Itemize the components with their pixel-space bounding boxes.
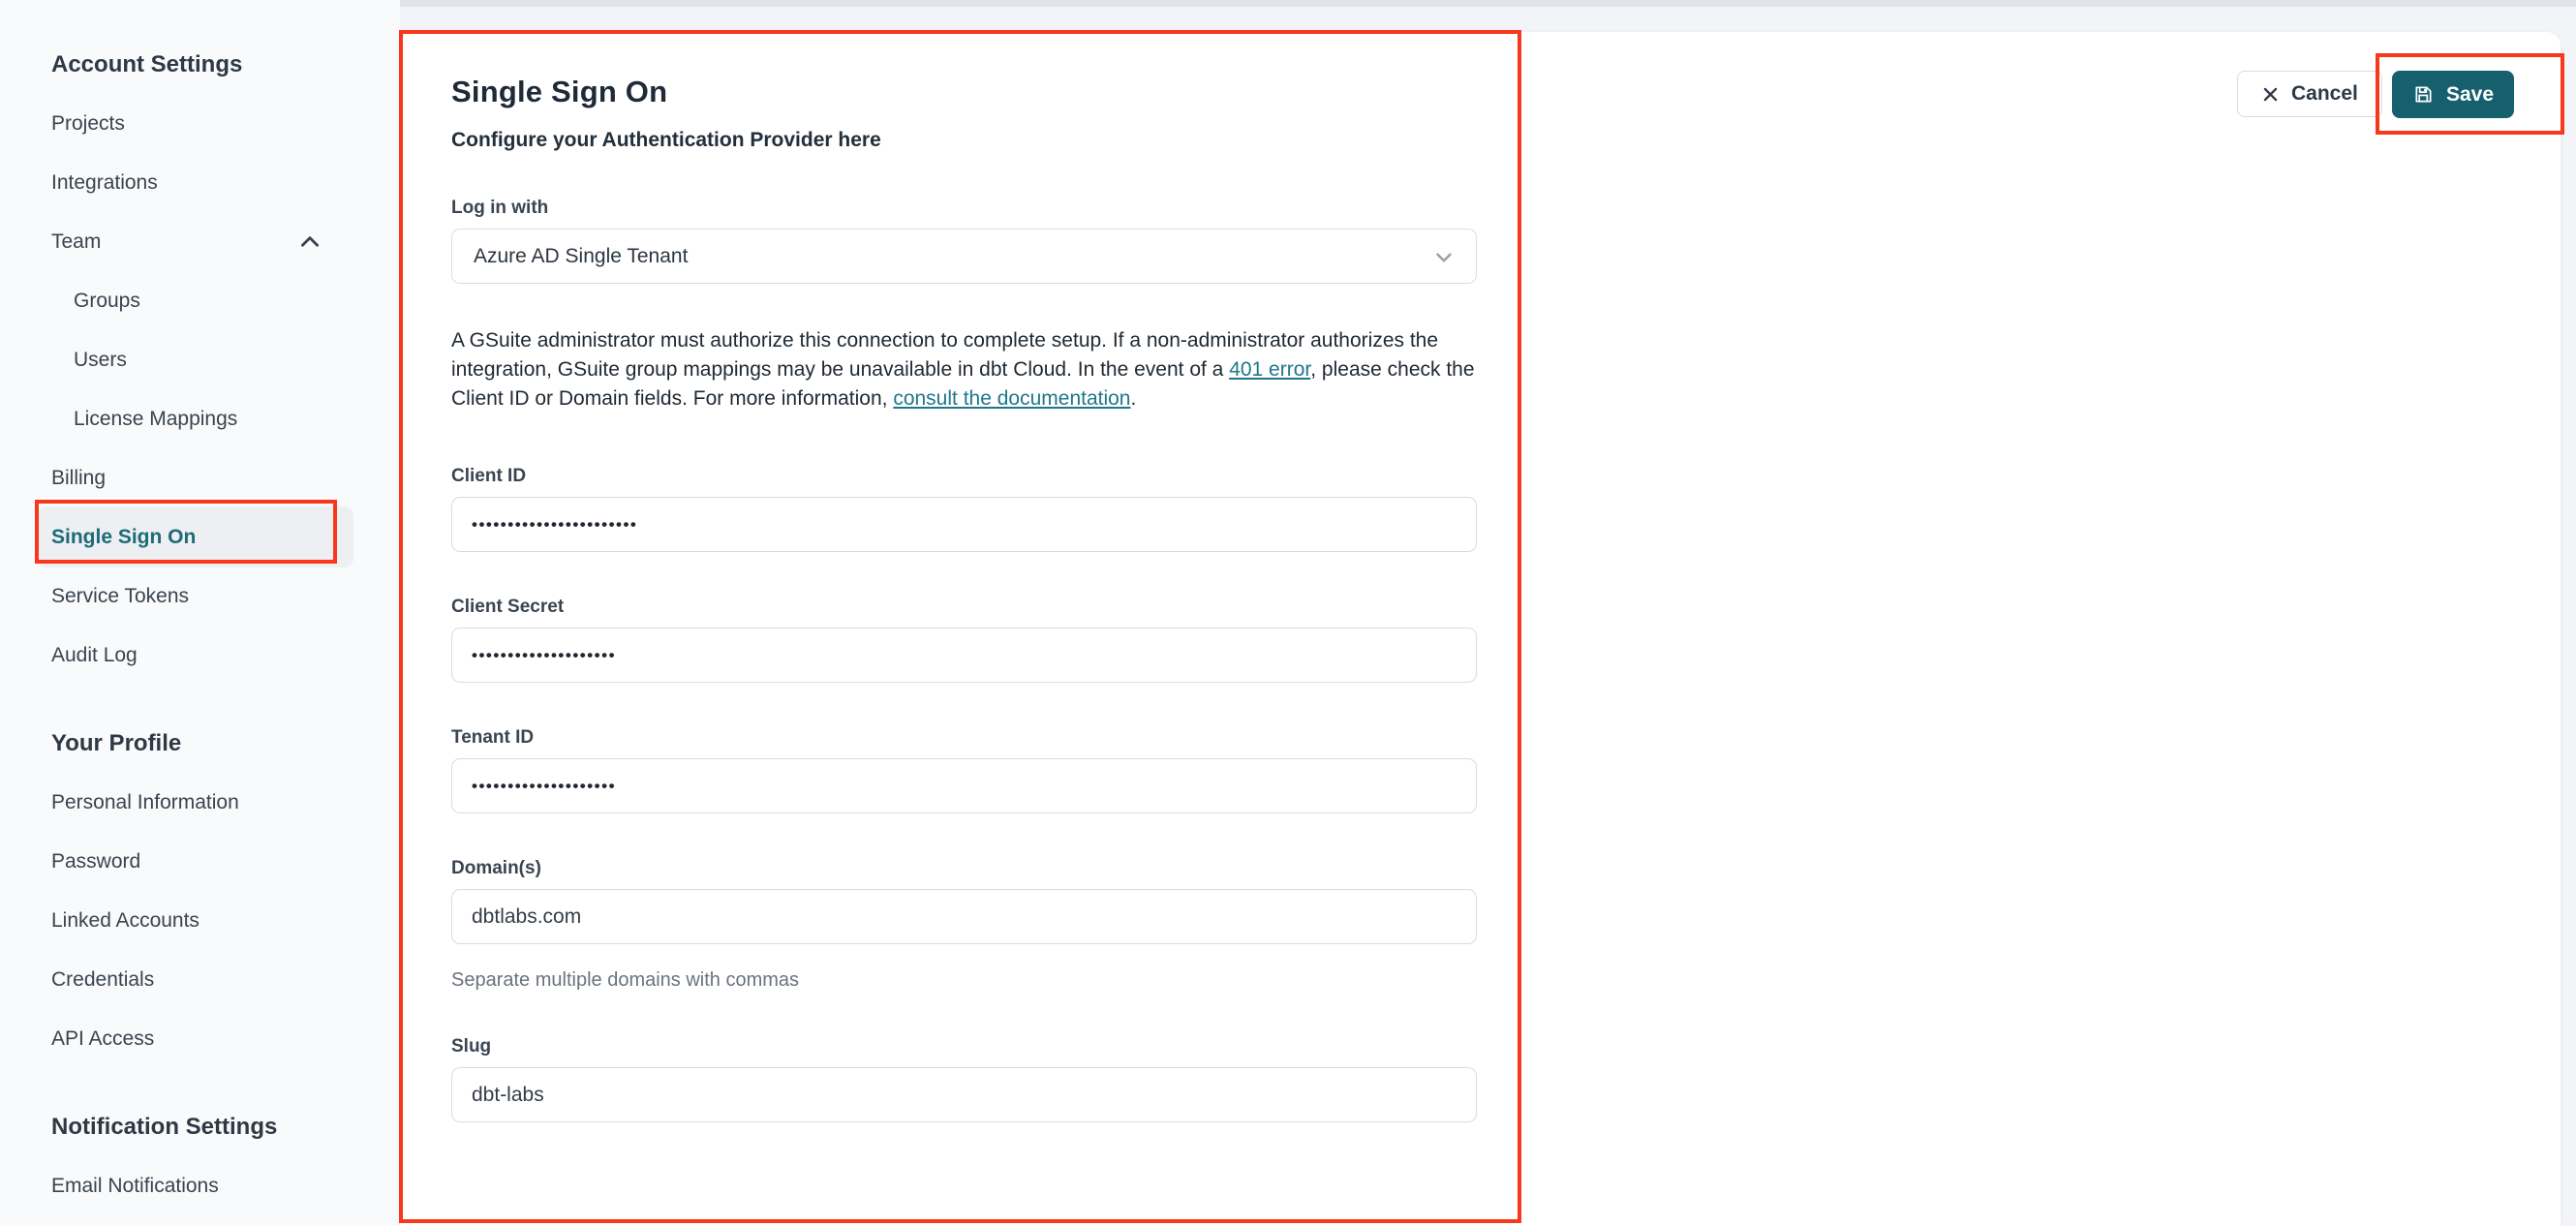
- gsuite-notice-text: A GSuite administrator must authorize th…: [451, 326, 1480, 414]
- notice-link-401-error[interactable]: 401 error: [1229, 358, 1310, 381]
- field-group-slug: Slug: [451, 1036, 1480, 1122]
- sidebar-item-users[interactable]: Users: [0, 330, 400, 389]
- sidebar-item-credentials[interactable]: Credentials: [0, 950, 400, 1009]
- sidebar-item-label: Service Tokens: [51, 585, 190, 607]
- sidebar-item-label: Linked Accounts: [51, 909, 199, 932]
- sidebar-header-your-profile: Your Profile: [0, 714, 400, 773]
- page-title: Single Sign On: [451, 75, 668, 108]
- helper-text-domain-s: Separate multiple domains with commas: [451, 969, 800, 991]
- sidebar-header-notification-settings: Notification Settings: [0, 1097, 400, 1156]
- sidebar-nav: Account Settings Projects Integrations Team…: [0, 0, 400, 1215]
- tenant-id-input[interactable]: [451, 758, 1477, 813]
- field-group-domain-s: Domain(s) Separate multiple domains with …: [451, 858, 1480, 992]
- sidebar-item-label: Email Notifications: [51, 1175, 219, 1197]
- slug-input[interactable]: [451, 1067, 1477, 1122]
- sidebar-item-linked-accounts[interactable]: Linked Accounts: [0, 891, 400, 950]
- sidebar-item-integrations[interactable]: Integrations: [0, 153, 400, 212]
- sidebar-item-label: Single Sign On: [51, 526, 197, 548]
- sidebar-item-single-sign-on[interactable]: Single Sign On: [0, 506, 400, 567]
- sidebar-item-audit-log[interactable]: Audit Log: [0, 626, 400, 685]
- sidebar-item-label: Team: [51, 230, 102, 253]
- sso-form-fields: Client ID Client Secret Tenant ID Domain(s)…: [451, 466, 1480, 1122]
- sidebar-item-label: Password: [51, 850, 141, 873]
- sidebar-item-label: Integrations: [51, 171, 158, 194]
- save-button-label: Save: [2446, 82, 2495, 106]
- domain-s-input[interactable]: [451, 889, 1477, 944]
- login-with-value: Azure AD Single Tenant: [474, 244, 689, 267]
- sidebar-item-billing[interactable]: Billing: [0, 448, 400, 507]
- sidebar-item-password[interactable]: Password: [0, 832, 400, 891]
- login-with-field: Log in with Azure AD Single Tenant: [451, 198, 1480, 284]
- notice-text: .: [1130, 387, 1137, 410]
- cancel-button[interactable]: Cancel: [2237, 71, 2382, 117]
- sidebar-item-label: Users: [74, 349, 127, 371]
- login-with-label: Log in with: [451, 198, 549, 218]
- main-card: Single Sign On Configure your Authentica…: [400, 32, 2561, 1226]
- field-label-slug: Slug: [451, 1036, 492, 1057]
- sidebar: Account Settings Projects Integrations Team…: [0, 0, 400, 1226]
- sso-settings-panel: Single Sign On Configure your Authentica…: [451, 75, 1480, 1167]
- save-floppy-icon: [2415, 86, 2432, 103]
- field-label-domain-s: Domain(s): [451, 858, 541, 878]
- field-group-client-secret: Client Secret: [451, 597, 1480, 683]
- sidebar-item-label: License Mappings: [74, 408, 238, 430]
- sidebar-item-label: Billing: [51, 467, 107, 489]
- save-button[interactable]: Save: [2392, 71, 2515, 118]
- sidebar-item-email-notifications[interactable]: Email Notifications: [0, 1156, 400, 1215]
- chevron-up-icon: [301, 236, 319, 247]
- sidebar-item-service-tokens[interactable]: Service Tokens: [0, 567, 400, 626]
- cancel-button-label: Cancel: [2291, 82, 2358, 105]
- login-with-select[interactable]: Azure AD Single Tenant: [451, 229, 1477, 284]
- sidebar-header-account-settings: Account Settings: [0, 35, 400, 94]
- sidebar-item-projects[interactable]: Projects: [0, 94, 400, 153]
- close-icon: [2263, 87, 2278, 101]
- sidebar-item-label: Credentials: [51, 968, 155, 991]
- notice-link-consult-the-documentation[interactable]: consult the documentation: [893, 387, 1130, 410]
- field-label-tenant-id: Tenant ID: [451, 727, 535, 748]
- field-label-client-secret: Client Secret: [451, 597, 565, 617]
- sidebar-item-label: Your Profile: [51, 730, 182, 756]
- field-label-client-id: Client ID: [451, 466, 527, 486]
- chevron-down-icon: [1436, 253, 1452, 262]
- sidebar-item-label: Projects: [51, 112, 125, 135]
- page-subtitle: Configure your Authentication Provider h…: [451, 129, 881, 151]
- sidebar-item-label: API Access: [51, 1027, 155, 1050]
- sidebar-item-team[interactable]: Team: [0, 212, 400, 271]
- sidebar-item-label: Account Settings: [51, 51, 243, 77]
- sidebar-item-groups[interactable]: Groups: [0, 271, 400, 330]
- field-group-client-id: Client ID: [451, 466, 1480, 552]
- sidebar-item-label: Groups: [74, 290, 140, 312]
- sidebar-item-api-access[interactable]: API Access: [0, 1009, 400, 1068]
- sidebar-item-personal-information[interactable]: Personal Information: [0, 773, 400, 832]
- sidebar-item-label: Audit Log: [51, 644, 138, 666]
- client-id-input[interactable]: [451, 497, 1477, 552]
- sidebar-item-label: Notification Settings: [51, 1114, 278, 1140]
- field-group-tenant-id: Tenant ID: [451, 727, 1480, 813]
- top-strip: [399, 0, 2576, 7]
- client-secret-input[interactable]: [451, 628, 1477, 683]
- sidebar-item-label: Personal Information: [51, 791, 239, 813]
- sidebar-item-license-mappings[interactable]: License Mappings: [0, 389, 400, 448]
